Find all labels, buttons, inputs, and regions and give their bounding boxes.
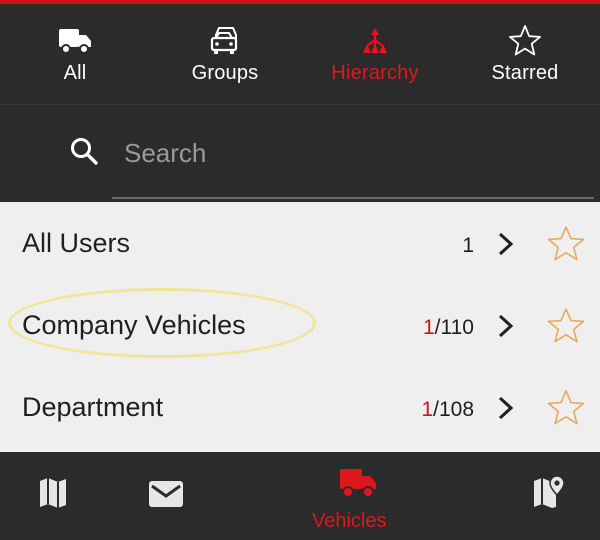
- tab-starred[interactable]: Starred: [450, 4, 600, 104]
- top-tab-bar: All Groups Hierarchy Starred: [0, 4, 600, 104]
- list-item-name: Company Vehicles: [22, 310, 246, 340]
- star-outline-icon[interactable]: [546, 306, 586, 346]
- list-item-name: Department: [22, 392, 164, 422]
- tab-hierarchy-label: Hierarchy: [331, 62, 419, 84]
- list-item-count: 1/108: [421, 398, 474, 421]
- bottom-nav: Vehicles: [0, 452, 600, 540]
- tab-starred-label: Starred: [491, 62, 559, 84]
- map-pin-icon[interactable]: [532, 474, 566, 515]
- tab-all-label: All: [63, 62, 87, 84]
- search-underline: [112, 197, 594, 199]
- list-item-name: All Users: [22, 228, 131, 258]
- map-icon[interactable]: [38, 476, 68, 515]
- list-item-count: 1: [462, 234, 474, 257]
- list-item[interactable]: Company Vehicles 1/110: [0, 286, 600, 366]
- tab-all[interactable]: All: [0, 4, 150, 104]
- hierarchy-icon: [355, 24, 395, 58]
- list-item[interactable]: Department 1/108: [0, 368, 600, 448]
- star-outline-icon[interactable]: [546, 224, 586, 264]
- search-input[interactable]: [124, 133, 584, 173]
- search-bar: [0, 104, 600, 202]
- bottom-nav-vehicles-label[interactable]: Vehicles: [312, 510, 387, 533]
- list-item[interactable]: All Users 1: [0, 204, 600, 284]
- tab-groups[interactable]: Groups: [150, 4, 300, 104]
- search-icon[interactable]: [68, 135, 100, 167]
- hierarchy-list: All Users 1 Company Vehicles 1/110 Depar…: [0, 202, 600, 452]
- vehicles-group-icon: [205, 24, 245, 58]
- vehicles-icon[interactable]: [338, 466, 378, 505]
- mail-icon[interactable]: [148, 480, 184, 513]
- chevron-right-icon[interactable]: [494, 226, 518, 262]
- chevron-right-icon[interactable]: [494, 308, 518, 344]
- star-outline-icon: [505, 24, 545, 58]
- tab-groups-label: Groups: [191, 62, 259, 84]
- list-item-count: 1/110: [422, 316, 474, 339]
- tab-hierarchy[interactable]: Hierarchy: [300, 4, 450, 104]
- chevron-right-icon[interactable]: [494, 390, 518, 426]
- star-outline-icon[interactable]: [546, 388, 586, 428]
- truck-icon: [55, 24, 95, 58]
